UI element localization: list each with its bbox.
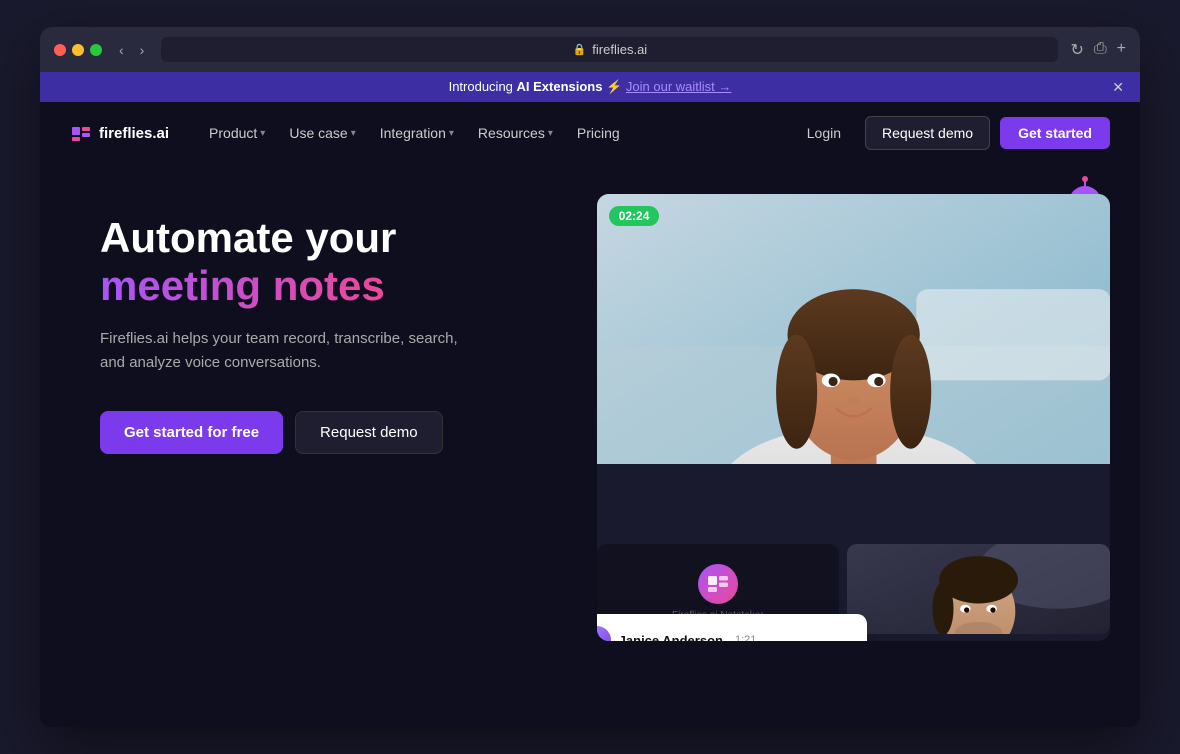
browser-actions: ↻ ⎙ + xyxy=(1070,40,1126,60)
maximize-button[interactable] xyxy=(90,44,102,56)
nav-use-case[interactable]: Use case ▾ xyxy=(279,119,365,147)
address-bar[interactable]: 🔒 fireflies.ai xyxy=(161,37,1058,62)
request-demo-hero-button[interactable]: Request demo xyxy=(295,411,443,454)
video-area: 02:24 xyxy=(597,194,1110,464)
chat-bubble: Janice Anderson 1:21 I'll send out the m… xyxy=(597,614,867,641)
chevron-down-icon: ▾ xyxy=(260,128,265,139)
hero-section: Automate your meeting notes Fireflies.ai… xyxy=(40,164,1140,661)
minimize-button[interactable] xyxy=(72,44,84,56)
forward-arrow[interactable]: › xyxy=(135,40,150,60)
meeting-video-card: 02:24 Janice Anderson 1:21 I'll send out… xyxy=(597,194,1110,641)
nav-pricing[interactable]: Pricing xyxy=(567,119,630,147)
nav-integration[interactable]: Integration ▾ xyxy=(370,119,464,147)
reload-button[interactable]: ↻ xyxy=(1070,40,1083,60)
lock-icon: 🔒 xyxy=(573,43,587,56)
url-text: fireflies.ai xyxy=(592,42,647,57)
hero-title: Automate your meeting notes xyxy=(100,214,567,311)
timer-badge: 02:24 xyxy=(609,206,660,226)
close-button[interactable] xyxy=(54,44,66,56)
fireflies-logo-big xyxy=(698,564,738,604)
chevron-down-icon: ▾ xyxy=(449,128,454,139)
chevron-down-icon: ▾ xyxy=(548,128,553,139)
logo[interactable]: fireflies.ai xyxy=(70,122,169,144)
traffic-lights xyxy=(54,44,102,56)
nav-resources[interactable]: Resources ▾ xyxy=(468,119,563,147)
nav-arrows: ‹ › xyxy=(114,40,149,60)
navbar: fireflies.ai Product ▾ Use case ▾ Integr… xyxy=(40,102,1140,164)
browser-chrome: ‹ › 🔒 fireflies.ai ↻ ⎙ + xyxy=(40,27,1140,72)
chat-time: 1:21 xyxy=(735,634,756,641)
hero-title-highlight: meeting notes xyxy=(100,262,385,309)
site-content: Introducing AI Extensions ⚡ Join our wai… xyxy=(40,72,1140,727)
share-button[interactable]: ⎙ xyxy=(1094,40,1107,60)
announcement-bar: Introducing AI Extensions ⚡ Join our wai… xyxy=(40,72,1140,102)
hero-ctas: Get started for free Request demo xyxy=(100,411,567,454)
browser-window: ‹ › 🔒 fireflies.ai ↻ ⎙ + Introducing AI … xyxy=(40,27,1140,727)
hero-right: 02:24 Janice Anderson 1:21 I'll send out… xyxy=(597,194,1110,641)
chat-avatar xyxy=(597,626,611,641)
nav-right: Login Request demo Get started xyxy=(793,116,1110,150)
chat-name: Janice Anderson xyxy=(619,633,723,642)
chevron-down-icon: ▾ xyxy=(351,128,356,139)
back-arrow[interactable]: ‹ xyxy=(114,40,129,60)
announcement-cta[interactable]: Join our waitlist → xyxy=(626,79,731,94)
close-announcement-button[interactable]: ✕ xyxy=(1112,79,1124,96)
new-tab-button[interactable]: + xyxy=(1117,40,1126,60)
second-person-video xyxy=(847,544,1110,634)
get-started-free-button[interactable]: Get started for free xyxy=(100,411,283,454)
get-started-nav-button[interactable]: Get started xyxy=(1000,117,1110,149)
hero-left: Automate your meeting notes Fireflies.ai… xyxy=(100,194,567,454)
video-person xyxy=(597,194,1110,464)
nav-links: Product ▾ Use case ▾ Integration ▾ Resou… xyxy=(199,119,773,147)
request-demo-nav-button[interactable]: Request demo xyxy=(865,116,990,150)
announcement-bold: AI Extensions xyxy=(517,79,603,94)
nav-product[interactable]: Product ▾ xyxy=(199,119,275,147)
hero-description: Fireflies.ai helps your team record, tra… xyxy=(100,327,480,375)
logo-text: fireflies.ai xyxy=(99,125,169,142)
login-button[interactable]: Login xyxy=(793,118,855,148)
chat-header: Janice Anderson 1:21 xyxy=(597,626,851,641)
logo-icon xyxy=(70,122,92,144)
announcement-text: Introducing AI Extensions ⚡ Join our wai… xyxy=(449,79,732,95)
